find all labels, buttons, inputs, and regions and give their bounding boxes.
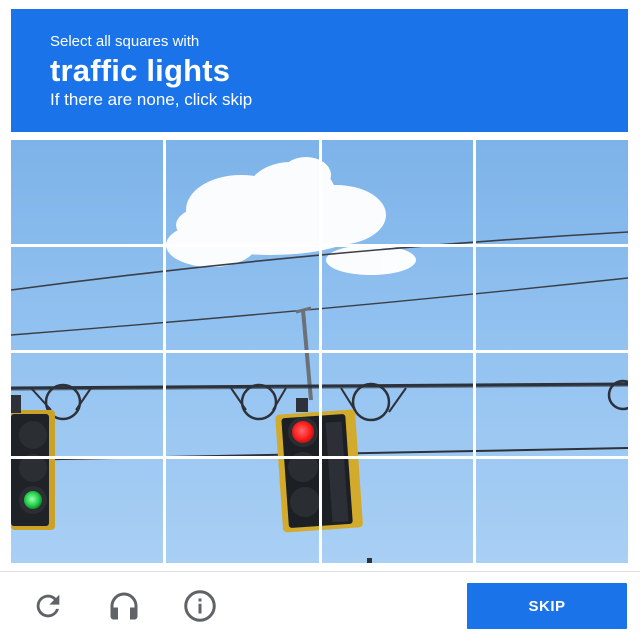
image-tile-r1-c1[interactable] [11, 140, 165, 246]
reload-icon [36, 594, 60, 618]
target-object-text: traffic lights [50, 53, 231, 88]
instruction-header: Select all squares with traffic lights I… [11, 9, 628, 132]
grid-divider [11, 456, 628, 459]
image-tile-r3-c1[interactable] [11, 352, 165, 458]
audio-challenge-button[interactable] [106, 588, 142, 624]
image-tile-r2-c3[interactable] [321, 246, 475, 352]
info-icon [184, 590, 216, 622]
image-tile-r3-c4[interactable] [475, 352, 628, 458]
image-tile-r1-c4[interactable] [475, 140, 628, 246]
instruction-text: Select all squares with [50, 33, 200, 50]
skip-button[interactable]: SKIP [467, 583, 627, 629]
image-tile-r2-c2[interactable] [165, 246, 321, 352]
image-tile-r2-c4[interactable] [475, 246, 628, 352]
footer-divider [0, 571, 640, 572]
captcha-widget: Select all squares with traffic lights I… [0, 0, 640, 640]
image-tile-r1-c3[interactable] [321, 140, 475, 246]
image-tile-r3-c2[interactable] [165, 352, 321, 458]
image-grid [11, 140, 628, 563]
hint-text: If there are none, click skip [50, 90, 253, 109]
reload-button[interactable] [30, 588, 66, 624]
headphones-icon [110, 592, 138, 620]
image-tile-r1-c2[interactable] [165, 140, 321, 246]
image-tile-r3-c3[interactable] [321, 352, 475, 458]
image-tile-r2-c1[interactable] [11, 246, 165, 352]
image-tile-r4-c3[interactable] [321, 458, 475, 563]
image-tile-r4-c2[interactable] [165, 458, 321, 563]
image-tile-r4-c1[interactable] [11, 458, 165, 563]
grid-divider [11, 350, 628, 353]
info-button[interactable] [182, 588, 218, 624]
image-tile-r4-c4[interactable] [475, 458, 628, 563]
grid-divider [11, 244, 628, 247]
